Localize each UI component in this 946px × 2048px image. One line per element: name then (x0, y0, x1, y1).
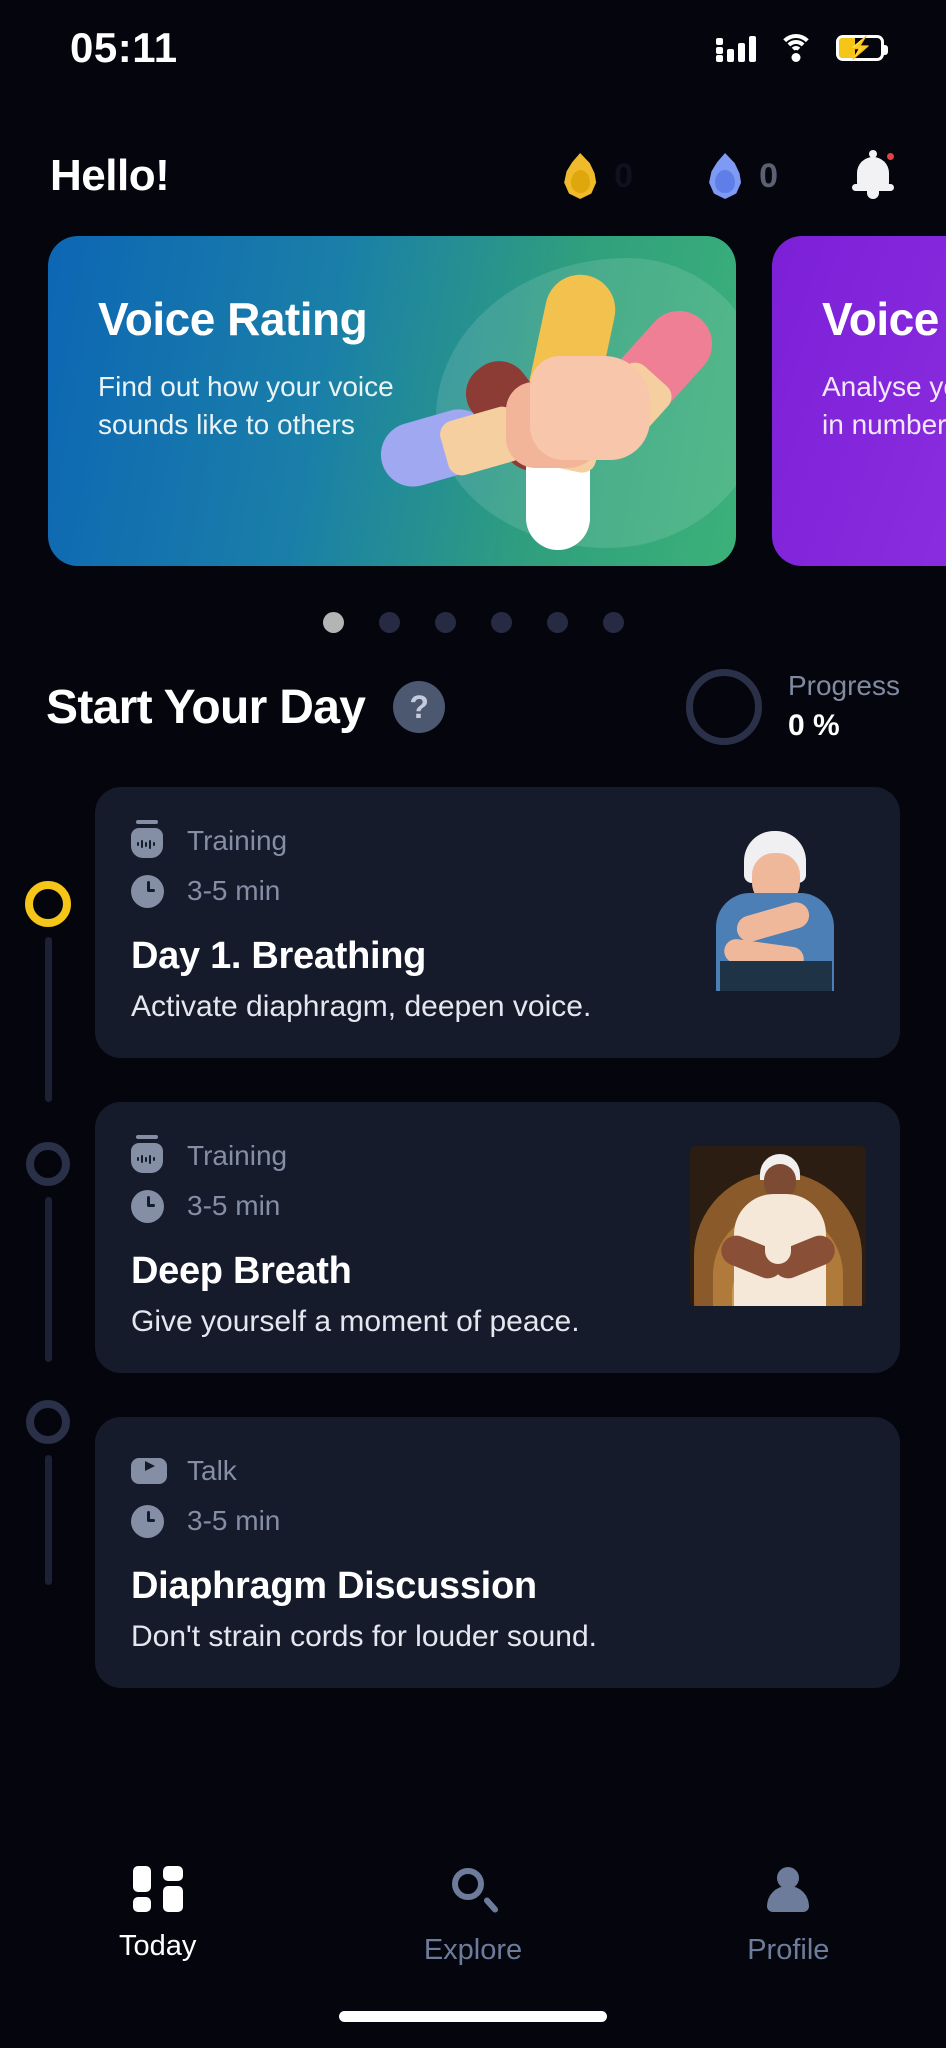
task-description: Give yourself a moment of peace. (131, 1305, 580, 1338)
task-duration-label: 3-5 min (187, 1505, 281, 1536)
clock-icon (131, 873, 167, 909)
app-header: Hello! 0 0 (0, 96, 946, 206)
streak-blue-value: 0 (759, 156, 778, 195)
timeline-node-active (25, 881, 71, 927)
bell-clapper (867, 190, 879, 199)
task-description: Don't strain cords for louder sound. (131, 1620, 597, 1653)
task-card[interactable]: Talk 3-5 min Diaphragm Discussion Don't … (95, 1417, 900, 1688)
progress-value: 0 % (787, 709, 840, 743)
task-duration-label: 3-5 min (187, 1190, 281, 1221)
promo-card-subtitle: Analyse your pitch & voice in numbers (822, 371, 946, 441)
header-stats: 0 0 (560, 151, 896, 201)
status-bar: 05:11 ⚡ (0, 0, 946, 96)
streak-flame-value: 0 (614, 156, 634, 195)
streak-flame-stat[interactable]: 0 (560, 153, 633, 199)
task-thumbnail (690, 831, 866, 991)
carousel-dot[interactable] (322, 612, 344, 633)
bottom-navigation: Today Explore Profile (0, 1838, 946, 2048)
task-duration-label: 3-5 min (187, 875, 281, 906)
bell-icon (857, 157, 889, 187)
nav-label: Explore (423, 1934, 523, 1966)
play-video-icon (131, 1453, 167, 1489)
progress-label: Progress (787, 669, 900, 701)
task-type-row: Talk (131, 1453, 860, 1489)
task-type-label: Training (187, 825, 288, 856)
promo-card-voice-analysis[interactable]: Voice Analyse your pitch & voice in numb… (772, 236, 946, 566)
task-timeline (20, 787, 76, 1585)
task-card[interactable]: Training 3-5 min Deep Breath Give yourse… (95, 1102, 900, 1373)
start-your-day-header: Start Your Day ? Progress 0 % (0, 633, 946, 745)
nav-item-profile[interactable]: Profile (631, 1866, 946, 1967)
page-title: Start Your Day (46, 680, 366, 734)
promo-card-subtitle: Find out how your voice sounds like to o… (98, 371, 394, 441)
timeline-connector (45, 1197, 52, 1362)
greeting-text: Hello! (50, 151, 170, 200)
carousel-dot[interactable] (602, 612, 624, 633)
promo-card-title: Voice (822, 293, 939, 345)
timeline-connector (45, 1455, 52, 1585)
notification-dot (887, 153, 894, 160)
person-icon (763, 1866, 813, 1916)
battery-charging-icon: ⚡ (836, 35, 888, 61)
microphone-icon (131, 823, 167, 859)
task-card[interactable]: Training 3-5 min Day 1. Breathing Activa… (95, 787, 900, 1058)
hands-illustration (373, 268, 726, 550)
promo-carousel[interactable]: Voice Rating Find out how your voice sou… (0, 236, 946, 566)
signal-icon (716, 34, 756, 62)
clock-icon (131, 1188, 167, 1224)
home-indicator[interactable] (339, 2011, 607, 2022)
task-title: Diaphragm Discussion (131, 1565, 537, 1607)
clock-icon (131, 1503, 167, 1539)
notifications-button[interactable] (850, 151, 896, 201)
status-bar-clock: 05:11 (70, 24, 178, 71)
timeline-node (26, 1400, 70, 1444)
help-icon[interactable]: ? (393, 681, 446, 733)
task-description: Activate diaphragm, deepen voice. (131, 990, 592, 1023)
task-type-label: Talk (187, 1455, 237, 1486)
blue-flame-icon (705, 153, 745, 199)
promo-card-voice-rating[interactable]: Voice Rating Find out how your voice sou… (48, 236, 736, 566)
grid-icon (132, 1866, 183, 1912)
wifi-icon (778, 34, 814, 62)
timeline-connector (45, 937, 52, 1102)
flame-icon (560, 153, 600, 199)
carousel-pagination[interactable] (0, 612, 946, 633)
status-bar-icons: ⚡ (716, 34, 888, 62)
timeline-node (26, 1142, 70, 1186)
nav-label: Today (118, 1930, 197, 1962)
nav-item-today[interactable]: Today (0, 1866, 315, 1963)
streak-blue-stat[interactable]: 0 (705, 153, 778, 199)
search-icon (448, 1866, 500, 1916)
carousel-dot[interactable] (378, 612, 400, 633)
nav-item-explore[interactable]: Explore (315, 1866, 630, 1967)
carousel-dot[interactable] (434, 612, 456, 633)
microphone-icon (131, 1138, 167, 1174)
task-list: Training 3-5 min Day 1. Breathing Activa… (0, 787, 946, 1688)
task-type-label: Training (187, 1140, 288, 1171)
carousel-dot[interactable] (546, 612, 568, 633)
task-duration-row: 3-5 min (131, 1503, 860, 1539)
progress-indicator: Progress 0 % (685, 669, 900, 745)
carousel-dot[interactable] (490, 612, 512, 633)
progress-ring (685, 669, 762, 745)
task-thumbnail (690, 1146, 866, 1306)
nav-label: Profile (747, 1934, 830, 1966)
